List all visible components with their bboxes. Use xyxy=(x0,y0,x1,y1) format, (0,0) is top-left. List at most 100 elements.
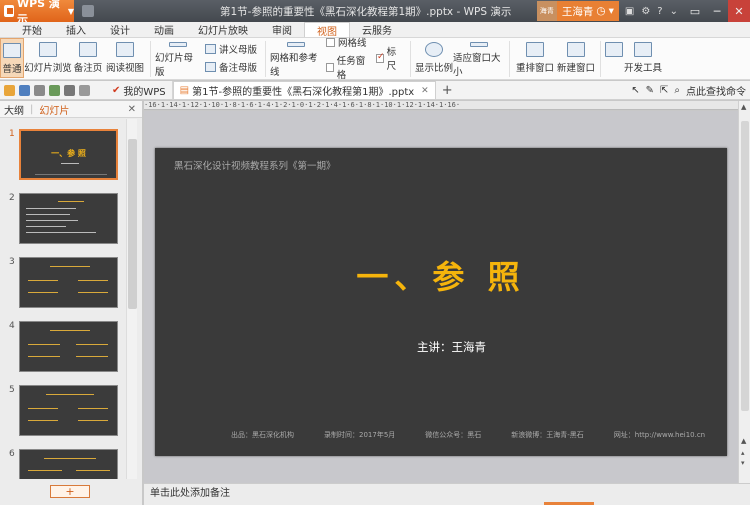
task-pane-label: 任务窗格 xyxy=(336,56,366,81)
brush-icon[interactable]: ✎ xyxy=(646,85,654,96)
redo-icon[interactable] xyxy=(79,84,90,96)
slide-thumbnail[interactable]: 6 xyxy=(0,447,126,479)
handout-master-button[interactable]: 讲义母版 xyxy=(205,42,257,56)
close-panel-icon[interactable]: ✕ xyxy=(128,104,136,115)
footer-weibo: 新浪微博：王海青-黑石 xyxy=(511,431,584,439)
tab-animation[interactable]: 动画 xyxy=(142,22,186,37)
wps-menu-button[interactable]: WPS 演示 ▼ xyxy=(0,0,74,26)
scrollbar-thumb[interactable] xyxy=(128,139,137,309)
preview-line xyxy=(35,174,107,175)
wps-logo-icon xyxy=(4,5,14,17)
slide-footer[interactable]: 出品：黑石深化机构 录制时间：2017年5月 微信公众号：黑石 新浪微博：王海青… xyxy=(231,430,705,440)
normal-view-button[interactable]: 普通 xyxy=(0,38,24,78)
dev-tools-button[interactable]: 开发工具 xyxy=(623,38,663,78)
notes-pane[interactable]: 单击此处添加备注 xyxy=(144,483,750,505)
slide-thumbnail[interactable]: 2 xyxy=(0,191,126,247)
normal-view-label: 普通 xyxy=(2,64,22,75)
slide-thumbnail[interactable]: 5 xyxy=(0,383,126,439)
print-icon[interactable] xyxy=(34,84,45,96)
menu-chevron-icon[interactable]: ⌄ xyxy=(670,6,678,17)
gear-icon[interactable]: ⚙ xyxy=(641,6,650,17)
notes-page-label: 备注页 xyxy=(73,63,103,74)
slide-master-button[interactable]: 幻灯片母版 xyxy=(155,38,201,78)
footer-producer: 出品：黑石深化机构 xyxy=(231,431,294,439)
search-icon[interactable]: ⌕ xyxy=(674,85,680,96)
macro-icon xyxy=(605,42,624,57)
slide-series-text[interactable]: 黑石深化设计视频教程系列《第一期》 xyxy=(174,158,336,172)
close-tab-icon[interactable]: ✕ xyxy=(421,86,429,96)
avatar[interactable]: 海青 xyxy=(536,1,557,21)
tab-insert[interactable]: 插入 xyxy=(54,22,98,37)
save-icon[interactable] xyxy=(19,84,30,96)
pptx-file-icon: ▤ xyxy=(179,85,190,96)
undo-icon[interactable] xyxy=(64,84,75,96)
ruler-checkbox[interactable]: 标尺 xyxy=(376,44,402,72)
slide-thumbnail[interactable]: 3 xyxy=(0,255,126,311)
task-pane-checkbox[interactable]: 任务窗格 xyxy=(326,53,368,81)
grid-guides-button[interactable]: 网格和参考线 xyxy=(270,38,322,78)
tab-outline[interactable]: 大纲 xyxy=(4,102,24,117)
slide-thumbnail[interactable]: 4 xyxy=(0,319,126,375)
new-window-button[interactable]: 新建窗口 xyxy=(556,38,596,78)
slide-preview xyxy=(19,321,118,372)
zoom-button[interactable]: 显示比例 xyxy=(415,38,453,78)
preview-line xyxy=(78,420,108,421)
slide-number: 3 xyxy=(9,257,15,267)
divider xyxy=(410,41,412,77)
open-icon[interactable] xyxy=(4,84,15,96)
pointer-icon[interactable]: ↖ xyxy=(631,85,639,96)
gridlines-check-icon xyxy=(326,37,336,47)
command-search[interactable]: 点此查找命令 xyxy=(686,83,746,98)
horizontal-ruler: ·16·1·14·1·12·1·10·1·8·1·6·1·4·1·2·1·0·1… xyxy=(144,101,738,110)
next-slide-icon[interactable]: ▾ xyxy=(741,459,745,467)
previous-slide-icon[interactable]: ▴ xyxy=(741,449,745,457)
notes-page-button[interactable]: 备注页 xyxy=(72,38,104,78)
reading-view-button[interactable]: 阅读视图 xyxy=(104,38,146,78)
slide-title[interactable]: 一、参 照 xyxy=(155,252,727,298)
preview-line xyxy=(78,280,108,281)
restore-icon[interactable]: ▭ xyxy=(684,0,706,22)
tab-slides[interactable]: 幻灯片 xyxy=(39,102,69,117)
tab-design[interactable]: 设计 xyxy=(98,22,142,37)
arrange-windows-button[interactable]: 重排窗口 xyxy=(514,38,556,78)
scroll-up-icon[interactable]: ▲ xyxy=(741,437,746,445)
close-icon[interactable]: ✕ xyxy=(728,0,750,22)
slide-sorter-button[interactable]: 幻灯片浏览 xyxy=(24,38,72,78)
handout-master-label: 讲义母版 xyxy=(219,45,258,56)
expand-icon[interactable]: ⇱ xyxy=(660,85,668,96)
tab-slideshow[interactable]: 幻灯片放映 xyxy=(186,22,260,37)
fit-window-button[interactable]: 适应窗口大小 xyxy=(453,38,505,78)
help-icon[interactable]: ? xyxy=(657,6,662,17)
canvas-scrollbar[interactable]: ▲ ▲ ▴ ▾ xyxy=(738,101,750,483)
slide-thumbnails: 1 一、参 照 2 3 4 5 6 xyxy=(0,119,126,479)
scroll-up-icon[interactable]: ▲ xyxy=(741,103,746,111)
add-slide-button[interactable]: + xyxy=(50,485,90,498)
tab-my-wps[interactable]: ✔ 我的WPS xyxy=(106,81,173,99)
current-slide[interactable]: 黑石深化设计视频教程系列《第一期》 一、参 照 主讲：王海青 出品：黑石深化机构… xyxy=(155,148,727,456)
scrollbar-thumb[interactable] xyxy=(741,121,749,411)
preview-line xyxy=(28,470,62,471)
tab-document[interactable]: ▤ 第1节-参照的重要性《黑石深化教程第1期》.pptx ✕ xyxy=(172,81,436,99)
slide-sorter-icon xyxy=(39,42,57,57)
preview-icon[interactable] xyxy=(49,84,60,96)
tab-review[interactable]: 审阅 xyxy=(260,22,304,37)
slide-panel: 大纲 | 幻灯片 ✕ 1 一、参 照 2 3 4 5 6 + xyxy=(0,101,143,505)
slide-thumbnail[interactable]: 1 一、参 照 xyxy=(0,127,126,183)
reading-view-icon xyxy=(116,42,134,57)
macro-button[interactable] xyxy=(605,38,624,78)
wps-logo-icon: ✔ xyxy=(112,84,121,96)
shirt-icon[interactable]: ▣ xyxy=(625,6,634,17)
new-tab-button[interactable]: + xyxy=(436,83,459,98)
divider xyxy=(150,41,151,77)
minimize-icon[interactable]: ─ xyxy=(706,0,728,22)
slide-presenter[interactable]: 主讲：王海青 xyxy=(417,339,486,355)
preview-line xyxy=(58,201,84,202)
user-menu[interactable]: 王海青 ◷ ▾ xyxy=(556,1,619,21)
gridlines-checkbox[interactable]: 网格线 xyxy=(326,35,368,49)
preview-line xyxy=(28,344,60,345)
tab-home[interactable]: 开始 xyxy=(10,22,54,37)
slide-panel-scrollbar[interactable] xyxy=(126,119,137,479)
notes-master-button[interactable]: 备注母版 xyxy=(205,60,257,74)
doc-icon[interactable] xyxy=(82,5,94,17)
fit-window-label: 适应窗口大小 xyxy=(453,53,501,78)
